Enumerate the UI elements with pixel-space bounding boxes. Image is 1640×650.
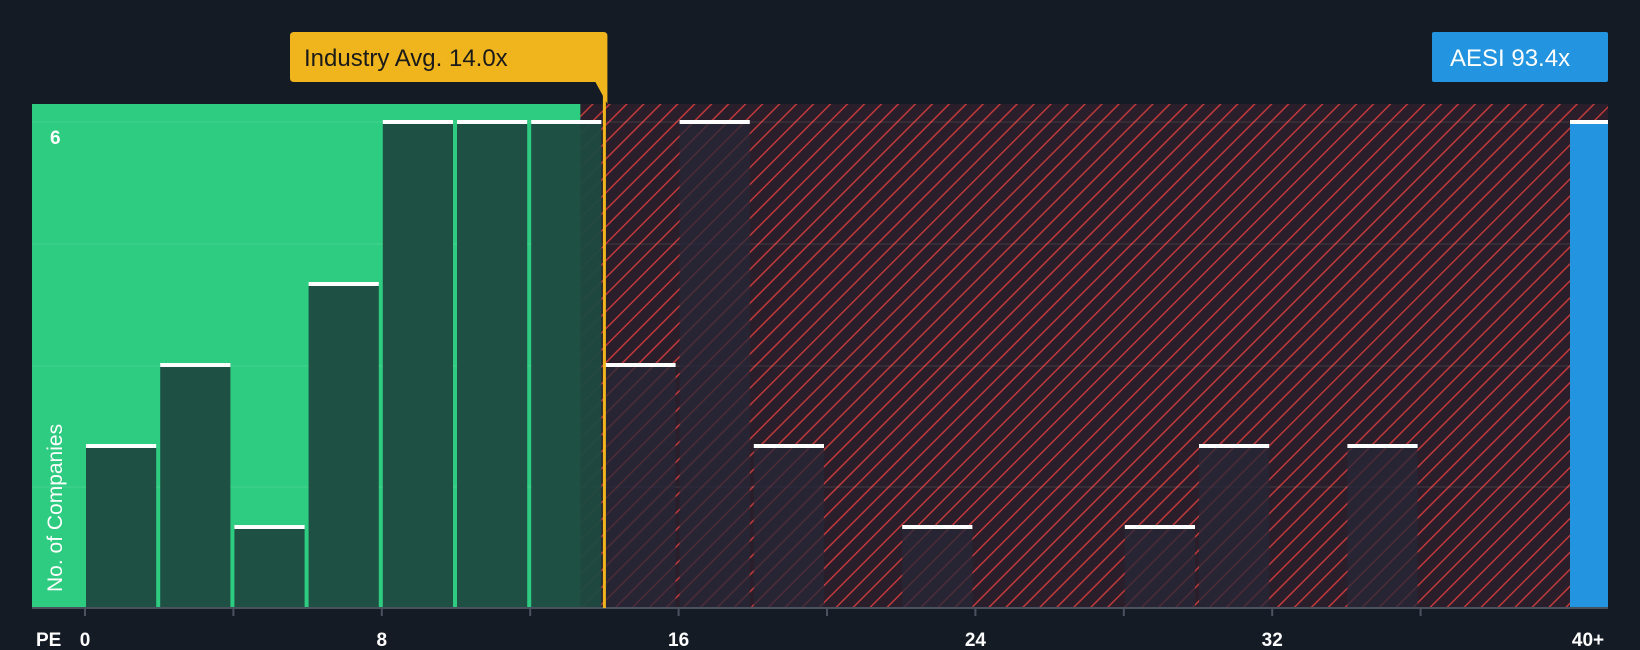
histogram-bar-cap [234, 525, 305, 529]
histogram-bar [308, 284, 379, 608]
histogram-bar [160, 365, 231, 608]
histogram-bar [679, 122, 750, 608]
histogram-bar [1124, 527, 1195, 608]
histogram-bar-cap [382, 120, 453, 124]
histogram-bar [753, 446, 824, 608]
histogram-bar-cap [605, 363, 676, 367]
histogram-bar-cap [86, 444, 157, 448]
histogram-bar [605, 365, 676, 608]
x-tick-label: 0 [80, 630, 91, 650]
y-tick-label: 6 [50, 128, 61, 149]
y-axis-label: No. of Companies [44, 424, 67, 592]
chart-svg: 0 8 16 24 32 40+ PE 6 No. of Companies Industry … [32, 32, 1608, 650]
histogram-bar [1347, 446, 1418, 608]
x-tick-label: 24 [965, 630, 987, 650]
histogram-bar-cap [902, 525, 973, 529]
x-tick-label: 16 [668, 630, 689, 650]
axis-layer [32, 607, 1608, 616]
histogram-bar [457, 122, 528, 608]
histogram-bar [1199, 446, 1270, 608]
company-label: AESI 93.4x [1450, 45, 1570, 72]
company-bar [1570, 122, 1608, 608]
industry-avg-label: Industry Avg. 14.0x [304, 45, 508, 72]
pe-histogram-chart: 0 8 16 24 32 40+ PE 6 No. of Companies Industry … [0, 0, 1640, 650]
histogram-bar-cap [457, 120, 528, 124]
company-bar-cap [1570, 120, 1608, 124]
x-tick-label: 8 [377, 630, 388, 650]
histogram-bar [86, 446, 157, 608]
histogram-bar-cap [308, 282, 379, 286]
histogram-bar [234, 527, 305, 608]
histogram-bar [531, 122, 602, 608]
histogram-bar [382, 122, 453, 608]
x-tick-label: 40+ [1572, 630, 1604, 650]
histogram-bar-cap [753, 444, 824, 448]
histogram-bar-cap [1199, 444, 1270, 448]
histogram-bar-cap [679, 120, 750, 124]
histogram-bar-cap [1124, 525, 1195, 529]
histogram-bar-cap [1347, 444, 1418, 448]
histogram-bar [902, 527, 973, 608]
histogram-bar-cap [160, 363, 231, 367]
x-tick-label: 32 [1262, 630, 1283, 650]
x-axis-label: PE [36, 630, 61, 650]
histogram-bar-cap [531, 120, 602, 124]
